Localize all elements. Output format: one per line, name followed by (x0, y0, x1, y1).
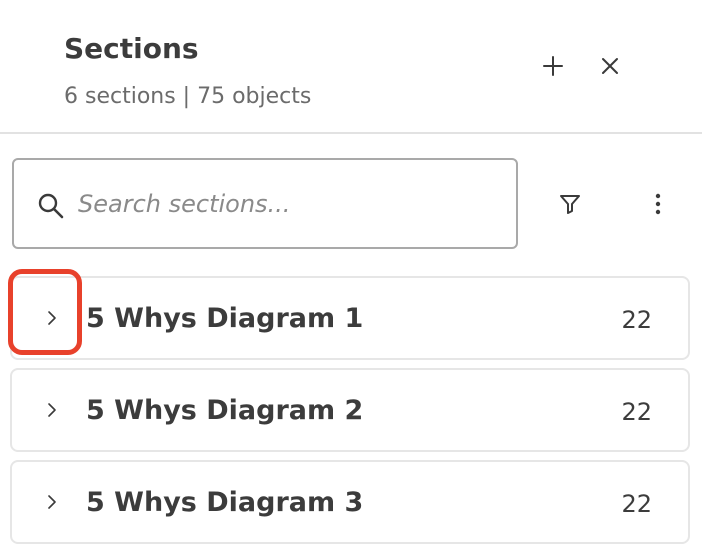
plus-icon (541, 54, 565, 82)
close-panel-button[interactable] (593, 51, 627, 85)
panel-title: Sections (64, 32, 199, 65)
section-row[interactable]: 5 Whys Diagram 2 22 (10, 368, 690, 452)
section-name: 5 Whys Diagram 3 (86, 487, 364, 518)
sections-panel-header: Sections 6 sections | 75 objects (0, 0, 702, 134)
panel-subtitle: 6 sections | 75 objects (64, 84, 312, 109)
section-row[interactable]: 5 Whys Diagram 1 22 (10, 276, 690, 360)
add-section-button[interactable] (536, 51, 570, 85)
close-icon (600, 56, 620, 80)
more-options-button[interactable] (640, 188, 676, 224)
section-row[interactable]: 5 Whys Diagram 3 22 (10, 460, 690, 544)
chevron-right-icon[interactable] (42, 492, 62, 512)
search-input[interactable] (78, 180, 498, 228)
section-object-count: 22 (621, 490, 652, 518)
search-icon (36, 191, 66, 221)
section-name: 5 Whys Diagram 2 (86, 395, 364, 426)
more-vertical-icon (654, 192, 662, 220)
chevron-right-icon[interactable] (42, 400, 62, 420)
search-box[interactable] (12, 158, 518, 249)
filter-button[interactable] (552, 188, 588, 224)
section-object-count: 22 (621, 306, 652, 334)
section-object-count: 22 (621, 398, 652, 426)
chevron-right-icon[interactable] (42, 308, 62, 328)
filter-icon (558, 192, 582, 220)
section-name: 5 Whys Diagram 1 (86, 303, 364, 334)
